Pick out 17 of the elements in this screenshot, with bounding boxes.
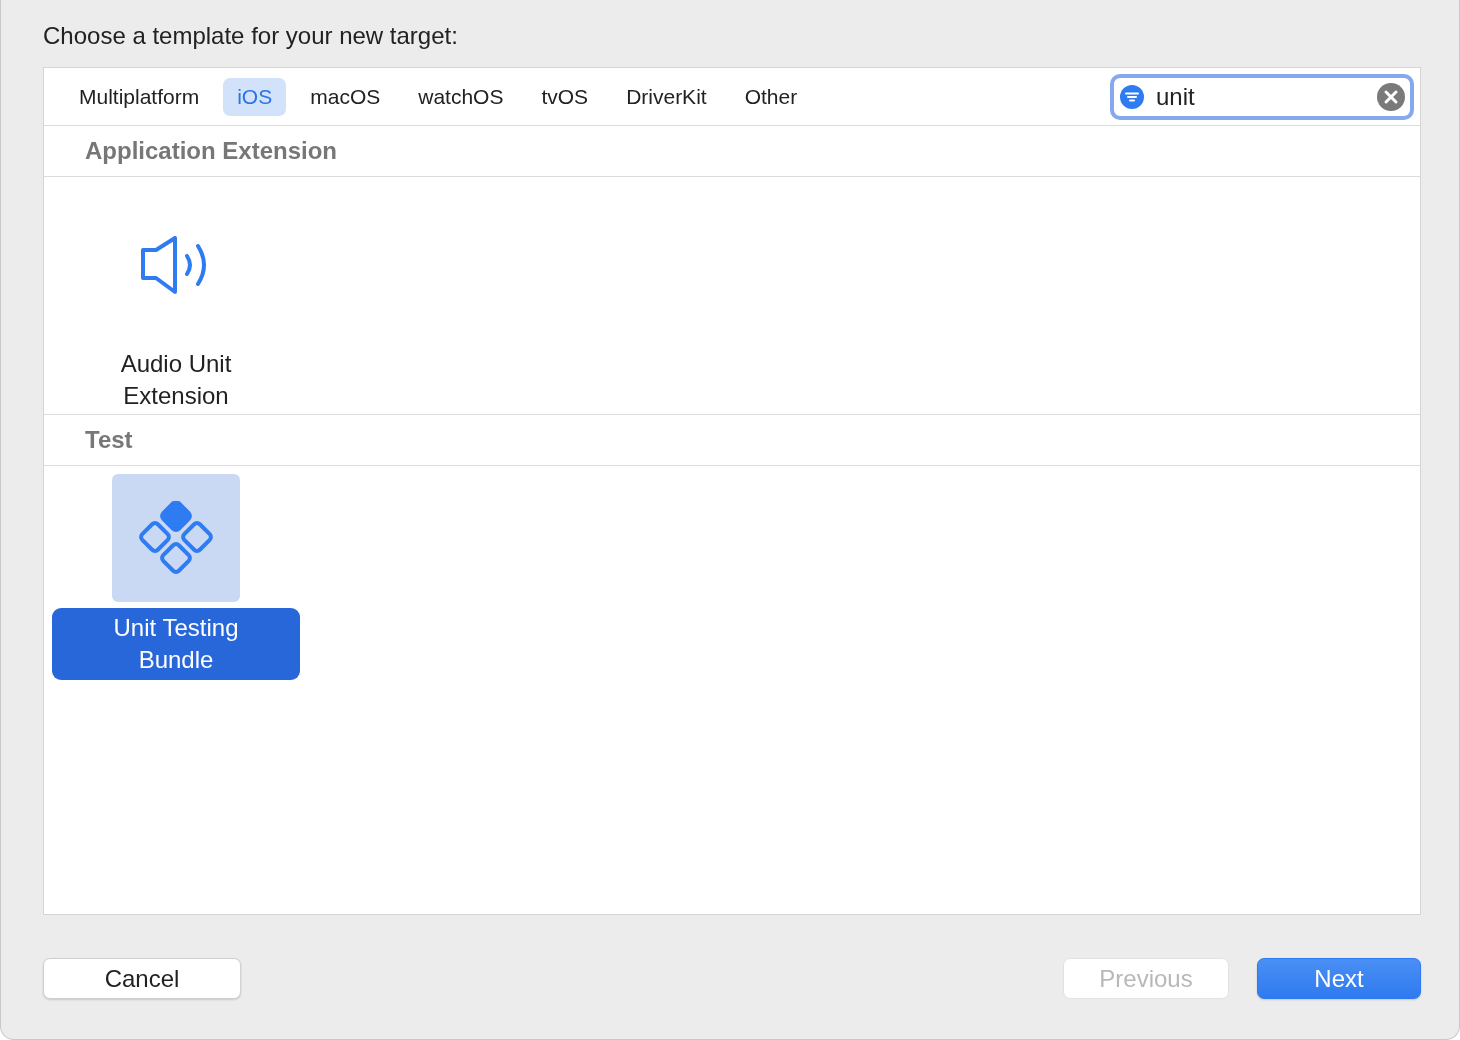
dialog-button[interactable]: Next <box>1257 958 1421 999</box>
platform-tab[interactable]: tvOS <box>527 77 603 116</box>
search-field[interactable]: unit <box>1110 73 1414 120</box>
platform-tab[interactable]: DriverKit <box>612 77 721 116</box>
diamonds-icon <box>139 501 213 575</box>
dialog-prompt: Choose a template for your new target: <box>43 22 458 50</box>
dialog-button[interactable]: Cancel <box>43 958 241 999</box>
section-header: Application Extension <box>85 137 338 165</box>
template-label[interactable]: Unit Testing Bundle <box>52 608 300 680</box>
platform-tab[interactable]: Other <box>730 77 812 116</box>
section-header: Test <box>85 426 133 454</box>
platform-tab[interactable]: Multiplatform <box>65 77 214 116</box>
platform-tab[interactable]: macOS <box>296 77 395 116</box>
template-icon-tile[interactable] <box>112 474 240 602</box>
clear-icon[interactable] <box>1377 82 1405 111</box>
platform-tab[interactable]: watchOS <box>404 77 518 116</box>
template-label[interactable]: Audio Unit Extension <box>62 346 290 414</box>
